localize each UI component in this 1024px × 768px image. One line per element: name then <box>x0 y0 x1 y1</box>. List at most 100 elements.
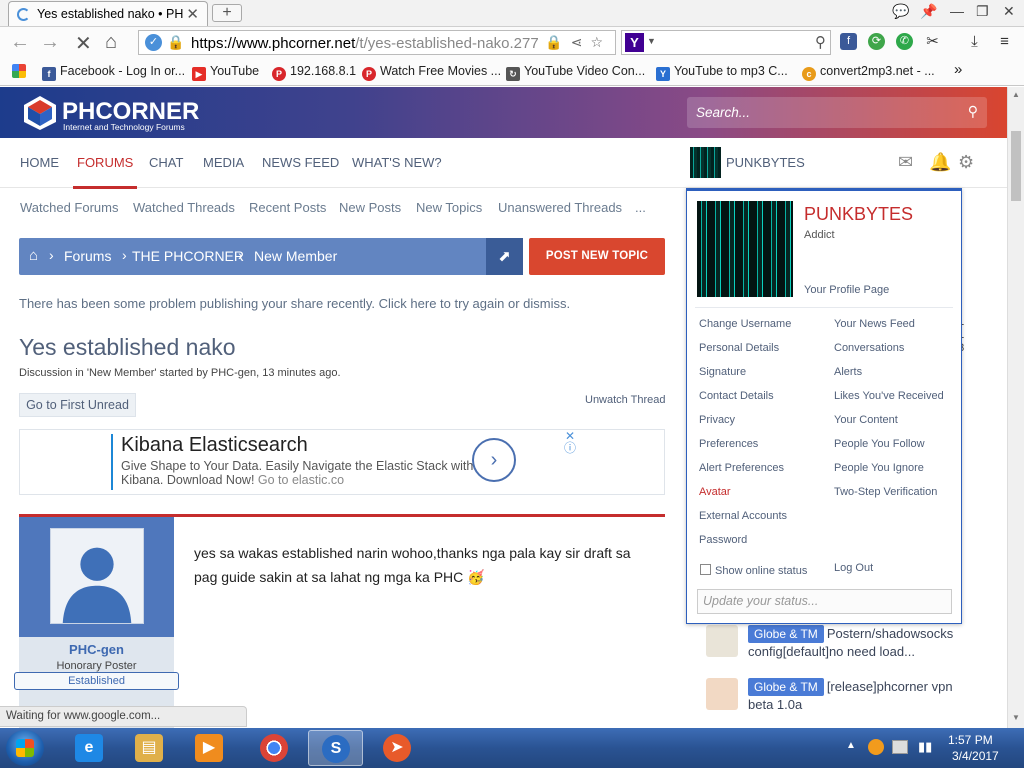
post-new-topic-button[interactable]: POST NEW TOPIC <box>529 238 665 275</box>
minimize-button[interactable]: — <box>950 3 964 19</box>
green-extension-icon[interactable]: ⟳ <box>868 33 885 50</box>
new-tab-button[interactable]: + <box>212 4 242 22</box>
menu-icon[interactable]: ≡ <box>996 33 1013 50</box>
bell-icon[interactable]: 🔔 <box>929 152 951 173</box>
browser-tab[interactable]: Yes established nako • PH ✕ <box>8 1 208 26</box>
ad-title[interactable]: Kibana Elasticsearch <box>121 434 308 457</box>
menu-two-step-verification[interactable]: Two-Step Verification <box>834 486 937 498</box>
logout-link[interactable]: Log Out <box>834 562 873 574</box>
menu-password[interactable]: Password <box>699 534 747 546</box>
jump-icon[interactable]: ⬈ <box>486 238 523 275</box>
breadcrumb-new-member[interactable]: New Member <box>254 248 337 264</box>
show-online-label[interactable]: Show online status <box>715 565 807 577</box>
bookmark-star-icon[interactable]: ☆ <box>590 34 611 50</box>
home-button[interactable]: ⌂ <box>105 31 117 54</box>
taskbar-explorer[interactable]: ▤ <box>122 730 177 766</box>
yahoo-search-box[interactable]: Y ▼ ⚲ <box>621 30 831 55</box>
default-avatar-icon[interactable] <box>50 528 144 624</box>
menu-alert-preferences[interactable]: Alert Preferences <box>699 462 784 474</box>
bookmark-yt-mp3[interactable]: Y YouTube to mp3 C... <box>656 64 788 81</box>
breadcrumb-phcorner[interactable]: THE PHCORNER <box>132 248 244 264</box>
restore-button[interactable]: ❐ <box>976 3 989 20</box>
menu-signature[interactable]: Signature <box>699 366 746 378</box>
close-window-button[interactable]: ✕ <box>1003 3 1015 20</box>
facebook-extension-icon[interactable]: f <box>840 33 857 50</box>
menu-external-accounts[interactable]: External Accounts <box>699 510 787 522</box>
bookmark-youtube[interactable]: ▶ YouTube <box>192 64 259 81</box>
gear-icon[interactable]: ⚙ <box>958 152 974 173</box>
menu-contact-details[interactable]: Contact Details <box>699 390 774 402</box>
scrollbar-thumb[interactable] <box>1011 131 1021 201</box>
site-search-input[interactable]: Search... ⚲ <box>687 97 987 128</box>
bookmark-yt-converter[interactable]: ↻ YouTube Video Con... <box>506 64 645 81</box>
list-item[interactable]: Globe & TM Postern/shadowsocks config[def… <box>706 625 962 665</box>
page-scrollbar[interactable]: ▲ ▼ <box>1007 87 1024 728</box>
unwatch-thread-link[interactable]: Unwatch Thread <box>585 394 666 406</box>
menu-username[interactable]: PUNKBYTES <box>804 204 913 225</box>
pin-icon[interactable]: 📌 <box>920 3 937 20</box>
menu-change-username[interactable]: Change Username <box>699 318 791 330</box>
status-update-input[interactable]: Update your status... <box>697 589 952 614</box>
list-item[interactable]: Globe & TM [release]phcorner vpn beta 1.0… <box>706 678 962 718</box>
menu-avatar[interactable]: Avatar <box>699 486 731 498</box>
more-bookmarks-button[interactable]: » <box>954 61 962 78</box>
tab-chat[interactable]: CHAT <box>149 155 183 170</box>
whatsapp-extension-icon[interactable]: ✆ <box>896 33 913 50</box>
profile-page-link[interactable]: Your Profile Page <box>804 284 889 296</box>
menu-preferences[interactable]: Preferences <box>699 438 758 450</box>
forward-button[interactable]: → <box>40 31 60 54</box>
menu-people-you-follow[interactable]: People You Follow <box>834 438 925 450</box>
tab-whats-new[interactable]: WHAT'S NEW? <box>352 155 442 170</box>
ad-banner[interactable]: Kibana Elasticsearch Give Shape to Your … <box>19 429 665 495</box>
menu-privacy[interactable]: Privacy <box>699 414 735 426</box>
bookmark-convert2mp3[interactable]: c convert2mp3.net - ... <box>802 64 935 81</box>
scroll-up-icon[interactable]: ▲ <box>1012 90 1020 99</box>
search-icon[interactable]: ⚲ <box>815 33 826 51</box>
share-icon[interactable]: ⋖ <box>571 34 591 50</box>
tab-media[interactable]: MEDIA <box>203 155 244 170</box>
tray-monitor-icon[interactable] <box>892 740 908 754</box>
scissors-icon[interactable]: ✂ <box>924 33 941 50</box>
bookmark-facebook[interactable]: f Facebook - Log In or... <box>42 64 185 81</box>
apps-grid-icon[interactable] <box>12 64 30 79</box>
start-button[interactable] <box>6 730 44 766</box>
sublink-watched-forums[interactable]: Watched Forums <box>20 200 119 215</box>
lock-badge-icon[interactable]: 🔒 <box>545 34 570 50</box>
taskbar-send-app[interactable]: ➤ <box>370 730 425 766</box>
bookmark-router[interactable]: P 192.168.8.1 <box>272 64 356 81</box>
address-bar[interactable]: ✓ 🔒 https://www.phcorner.net/t/yes-estab… <box>138 30 616 55</box>
sublink-watched-threads[interactable]: Watched Threads <box>133 200 235 215</box>
search-icon[interactable]: ⚲ <box>968 103 978 120</box>
tab-forums[interactable]: FORUMS <box>72 155 138 189</box>
menu-personal-details[interactable]: Personal Details <box>699 342 779 354</box>
clock-time[interactable]: 1:57 PM <box>948 733 993 747</box>
sublink-recent-posts[interactable]: Recent Posts <box>249 200 326 215</box>
sublink-more[interactable]: ... <box>635 200 646 215</box>
sublink-new-topics[interactable]: New Topics <box>416 200 482 215</box>
retry-link[interactable]: here <box>410 296 436 311</box>
chevron-right-icon[interactable]: › <box>472 438 516 482</box>
stop-button[interactable]: ✕ <box>75 31 92 56</box>
menu-conversations[interactable]: Conversations <box>834 342 904 354</box>
network-icon[interactable]: ▮▮ <box>918 739 932 755</box>
bookmark-movies[interactable]: P Watch Free Movies ... <box>362 64 501 81</box>
show-online-checkbox[interactable] <box>700 564 711 575</box>
envelope-icon[interactable]: ✉ <box>898 152 913 173</box>
scroll-down-icon[interactable]: ▼ <box>1012 713 1020 722</box>
ad-close-icon[interactable]: ✕ ⓘ <box>564 430 576 454</box>
taskbar-phcorner-app[interactable]: S <box>308 730 363 766</box>
home-icon[interactable]: ⌂ <box>29 247 38 264</box>
avatar[interactable] <box>697 201 793 297</box>
tray-app-icon[interactable] <box>868 739 884 755</box>
taskbar-media-player[interactable]: ▶ <box>182 730 237 766</box>
menu-alerts[interactable]: Alerts <box>834 366 862 378</box>
post-author-name[interactable]: PHC-gen <box>19 642 174 657</box>
taskbar-chrome[interactable] <box>247 730 302 766</box>
tab-close-icon[interactable]: ✕ <box>186 5 199 23</box>
sublink-unanswered-threads[interactable]: Unanswered Threads <box>498 200 622 215</box>
tab-home[interactable]: HOME <box>20 155 59 170</box>
chat-bubble-icon[interactable]: 💬 <box>892 3 909 20</box>
menu-your-content[interactable]: Your Content <box>834 414 898 426</box>
menu-likes-received[interactable]: Likes You've Received <box>834 390 944 402</box>
menu-news-feed[interactable]: Your News Feed <box>834 318 915 330</box>
